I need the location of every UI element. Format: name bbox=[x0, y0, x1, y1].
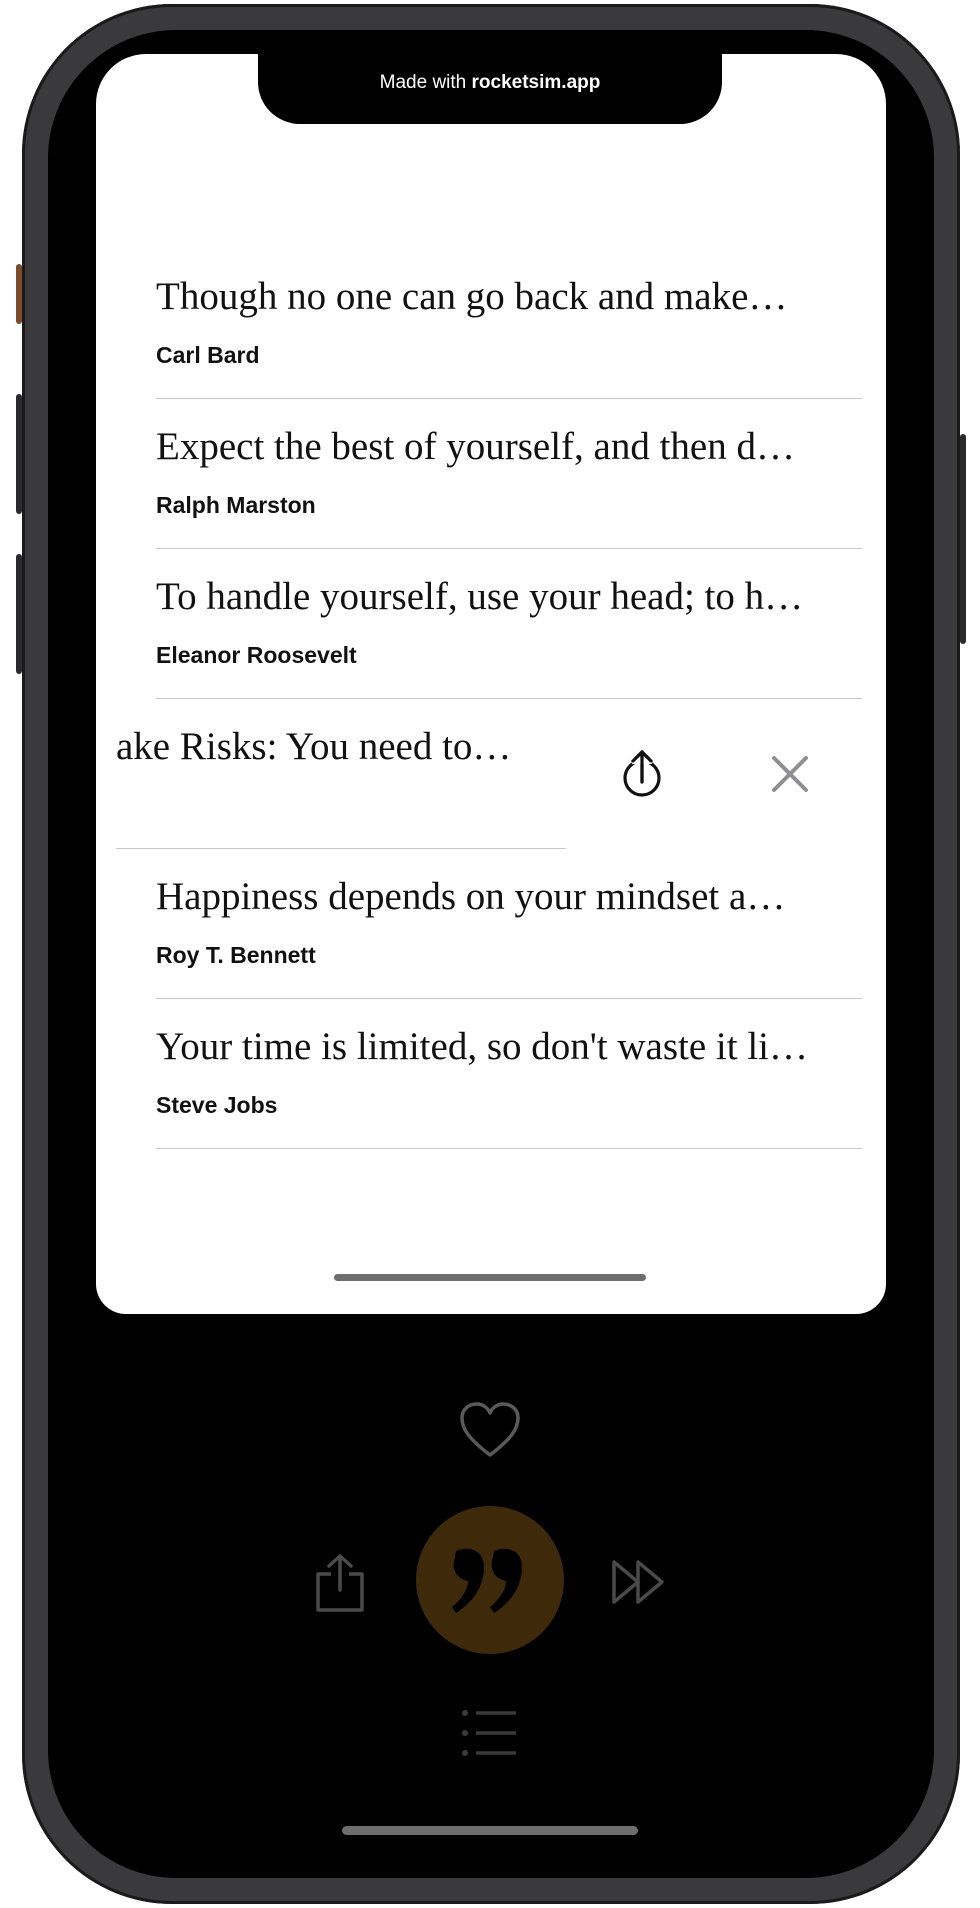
close-icon bbox=[772, 756, 808, 792]
quote-text: Happiness depends on your mindset a… bbox=[156, 875, 786, 918]
quote-text: Expect the best of yourself, and then d… bbox=[156, 425, 795, 468]
delete-action-button[interactable] bbox=[760, 744, 820, 804]
banner-brand: rocketsim.app bbox=[471, 72, 601, 93]
list-item[interactable]: To handle yourself, use your head; to h…… bbox=[156, 548, 862, 699]
power-button bbox=[960, 434, 966, 644]
list-item[interactable]: Though no one can go back and make… Carl… bbox=[156, 248, 862, 399]
share-button[interactable] bbox=[312, 1550, 368, 1616]
list-item[interactable]: Happiness depends on your mindset a… Roy… bbox=[156, 848, 862, 999]
quote-icon bbox=[452, 1548, 522, 1613]
list-item[interactable]: Expect the best of yourself, and then d…… bbox=[156, 398, 862, 549]
new-quote-button[interactable] bbox=[416, 1506, 564, 1654]
fast-forward-icon bbox=[612, 1560, 664, 1604]
banner-prefix: Made with bbox=[379, 72, 467, 93]
share-action-button[interactable] bbox=[612, 744, 672, 804]
swiped-list-item[interactable]: ake Risks: You need to… bbox=[96, 698, 886, 849]
quote-text: Your time is limited, so don't waste it … bbox=[156, 1025, 808, 1068]
next-quote-button[interactable] bbox=[610, 1556, 668, 1608]
heart-icon bbox=[460, 1402, 520, 1457]
mute-switch bbox=[16, 264, 22, 324]
quotes-sheet: Though no one can go back and make… Carl… bbox=[96, 54, 886, 1314]
quote-text: Though no one can go back and make… bbox=[156, 275, 788, 318]
quote-author: Ralph Marston bbox=[156, 492, 316, 518]
share-circle-icon bbox=[623, 750, 661, 797]
sheet-grabber[interactable] bbox=[334, 1274, 646, 1281]
rocketsim-banner: Made with rocketsim.app bbox=[258, 72, 722, 94]
quote-text: ake Risks: You need to… bbox=[116, 725, 512, 768]
favorite-button[interactable] bbox=[458, 1398, 522, 1462]
home-indicator[interactable] bbox=[342, 1826, 638, 1835]
quote-author: Roy T. Bennett bbox=[156, 942, 316, 968]
quote-text: To handle yourself, use your head; to h… bbox=[156, 575, 804, 618]
share-icon bbox=[316, 1554, 364, 1612]
quote-author: Steve Jobs bbox=[156, 1092, 278, 1118]
list-item[interactable]: Your time is limited, so don't waste it … bbox=[156, 998, 862, 1149]
swiped-row-content[interactable]: ake Risks: You need to… bbox=[116, 698, 566, 849]
quote-list-button[interactable] bbox=[460, 1706, 520, 1760]
volume-up-button bbox=[16, 394, 22, 514]
notch: Made with rocketsim.app bbox=[258, 54, 722, 124]
list-icon bbox=[462, 1710, 516, 1756]
quote-author: Eleanor Roosevelt bbox=[156, 642, 357, 668]
quote-author: Carl Bard bbox=[156, 342, 260, 368]
volume-down-button bbox=[16, 554, 22, 674]
